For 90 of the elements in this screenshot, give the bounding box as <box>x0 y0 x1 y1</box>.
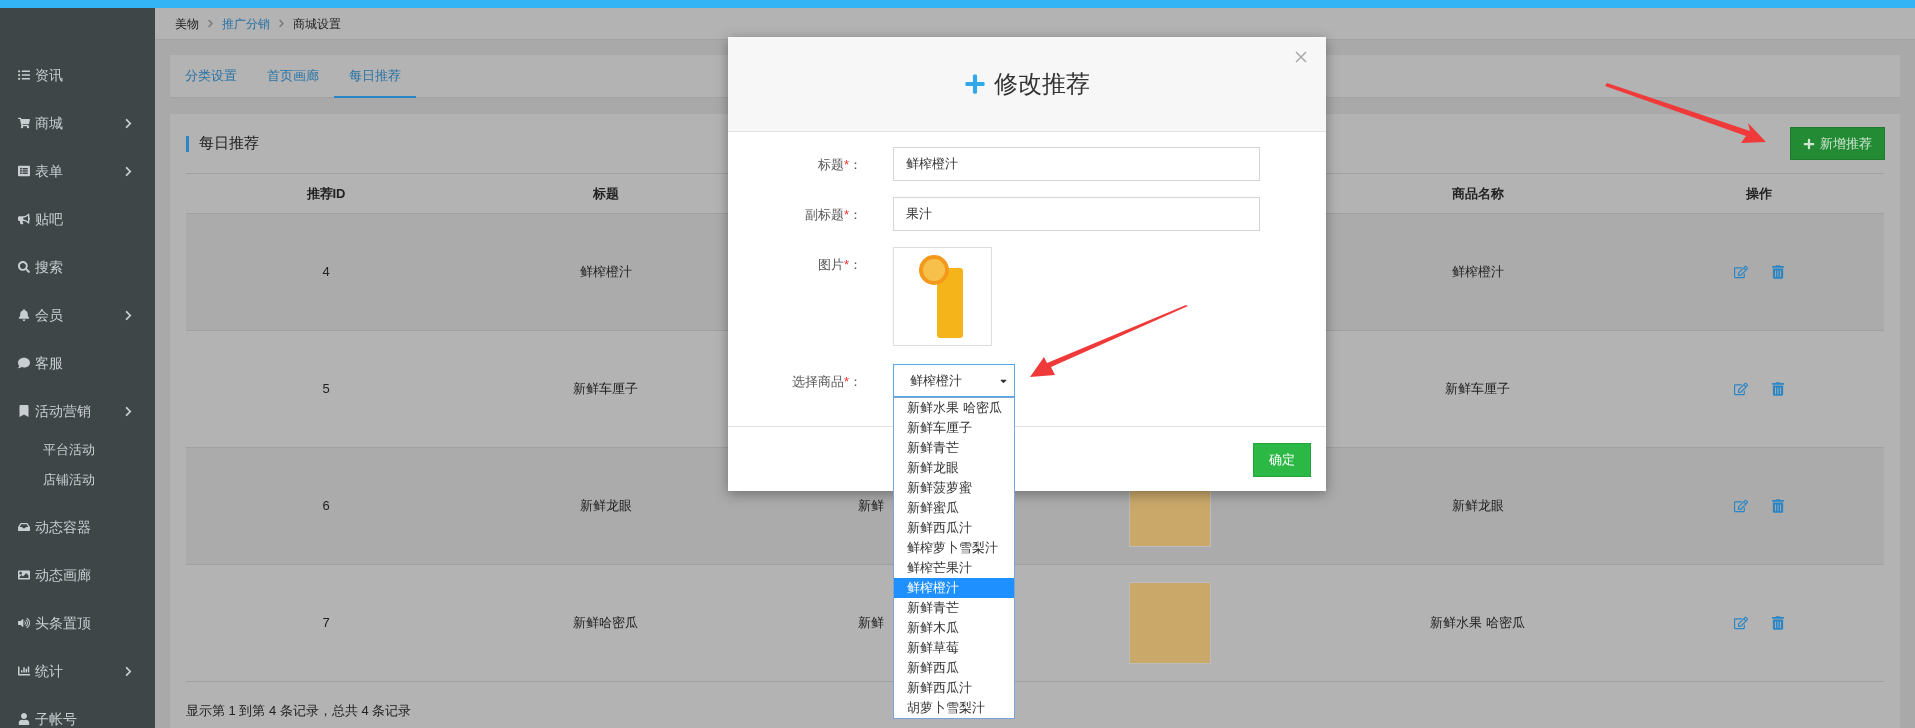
column-header: 推荐ID <box>306 184 346 203</box>
dropdown-option[interactable]: 胡萝卜雪梨汁 <box>894 698 1014 718</box>
trash-icon[interactable] <box>1772 499 1784 513</box>
trash-icon[interactable] <box>1772 265 1784 279</box>
dropdown-option[interactable]: 新鲜西瓜汁 <box>894 678 1014 698</box>
chat-bubble-icon <box>18 357 30 369</box>
user-icon <box>18 713 30 725</box>
table-cell-text: 7 <box>322 614 330 633</box>
dropdown-option[interactable]: 新鲜青芒 <box>894 438 1014 458</box>
dropdown-option[interactable]: 新鲜西瓜 <box>894 658 1014 678</box>
field-label: 选择商品*： <box>791 373 862 391</box>
table-cell-text: 鲜榨橙汁 <box>1451 263 1504 282</box>
dropdown-option[interactable]: 新鲜青芒 <box>894 598 1014 618</box>
sidebar-subitem[interactable]: 平台活动 <box>0 435 155 465</box>
sidebar-item[interactable]: 头条置顶 <box>0 599 155 647</box>
sidebar-item[interactable]: 动态容器 <box>0 503 155 551</box>
table-cell-text: 新鲜车厘子 <box>573 380 638 399</box>
edit-icon[interactable] <box>1734 382 1748 396</box>
dropdown-option[interactable]: 新鲜草莓 <box>894 638 1014 658</box>
column-header: 标题 <box>592 184 619 203</box>
dropdown-option[interactable]: 新鲜菠萝蜜 <box>894 478 1014 498</box>
dropdown-option[interactable]: 新鲜车厘子 <box>894 418 1014 438</box>
breadcrumb-text: 商城设置 <box>293 15 341 33</box>
bookmark-icon <box>18 405 30 417</box>
edit-icon[interactable] <box>1734 499 1748 513</box>
add-button[interactable]: 新增推荐 <box>1790 127 1885 160</box>
sidebar-item[interactable]: 搜索 <box>0 243 155 291</box>
table-cell-text: 新鲜龙眼 <box>579 497 632 516</box>
table-cell-text: 5 <box>322 380 330 399</box>
table-cell-text: 6 <box>322 497 330 516</box>
plus-icon <box>964 73 986 95</box>
sidebar-item[interactable]: 动态画廊 <box>0 551 155 599</box>
megaphone-icon <box>18 213 30 225</box>
sidebar-item[interactable]: 子帐号 <box>0 695 155 728</box>
field-label: 副标题*： <box>804 206 862 224</box>
text-field[interactable]: 鲜榨橙汁 <box>893 147 1260 181</box>
column-header: 商品名称 <box>1451 184 1504 203</box>
dropdown-option[interactable]: 鲜榨橙汁 <box>894 578 1014 598</box>
panel-title: 每日推荐 <box>199 133 259 154</box>
close-icon <box>1295 51 1307 63</box>
edit-icon[interactable] <box>1734 616 1748 630</box>
trash-icon[interactable] <box>1772 382 1784 396</box>
search-icon <box>18 261 30 273</box>
plus-icon <box>1803 137 1815 150</box>
record-count-text: 显示第 1 到第 4 条记录，总共 4 条记录 <box>186 703 412 718</box>
tray-icon <box>18 521 30 533</box>
sidebar-item[interactable]: 客服 <box>0 339 155 387</box>
dropdown-option[interactable]: 新鲜蜜瓜 <box>894 498 1014 518</box>
table-cell-text: 新鲜 <box>858 614 884 633</box>
dropdown-option[interactable]: 新鲜龙眼 <box>894 458 1014 478</box>
modal-title: 修改推荐 <box>994 69 1090 99</box>
table-cell-text: 4 <box>322 263 330 282</box>
text-field[interactable]: 果汁 <box>893 197 1260 231</box>
cart-icon <box>18 117 30 129</box>
sidebar-item[interactable]: 表单 <box>0 147 155 195</box>
dropdown-option[interactable]: 新鲜木瓜 <box>894 618 1014 638</box>
chevron-icon <box>207 19 214 28</box>
field-label: 图片*： <box>817 256 862 274</box>
sidebar-subitem[interactable]: 店铺活动 <box>0 465 155 495</box>
select-field[interactable]: 鲜榨橙汁 <box>893 364 1015 397</box>
table-cell-text: 新鲜车厘子 <box>1445 380 1510 399</box>
chevron-icon <box>278 19 285 28</box>
bar-chart-icon <box>18 665 30 677</box>
sidebar-item[interactable]: 商城 <box>0 99 155 147</box>
dropdown-option[interactable]: 鲜榨芒果汁 <box>894 558 1014 578</box>
table-icon <box>18 165 30 177</box>
dropdown-option[interactable]: 新鲜水果 哈密瓜 <box>894 398 1014 418</box>
edit-icon[interactable] <box>1734 265 1748 279</box>
table-cell-text: 新鲜水果 哈密瓜 <box>1430 614 1525 633</box>
sidebar-item[interactable]: 会员 <box>0 291 155 339</box>
dropdown-option[interactable]: 鲜榨萝卜雪梨汁 <box>894 538 1014 558</box>
table-cell-text: 新鲜 <box>858 497 884 516</box>
sidebar-item[interactable]: 统计 <box>0 647 155 695</box>
sidebar-item[interactable]: 资讯 <box>0 51 155 99</box>
trash-icon[interactable] <box>1772 616 1784 630</box>
breadcrumb-text: 美物 <box>175 15 199 33</box>
speaker-icon <box>18 617 30 629</box>
bell-icon <box>18 309 30 321</box>
table-cell-text: 新鲜龙眼 <box>1451 497 1504 516</box>
field-label: 标题*： <box>817 156 862 174</box>
table-cell-text: 鲜榨橙汁 <box>579 263 632 282</box>
sidebar-item[interactable]: 贴吧 <box>0 195 155 243</box>
title-accent-bar <box>186 135 189 152</box>
sidebar-item[interactable]: 活动营销 <box>0 387 155 435</box>
column-header: 操作 <box>1746 184 1772 203</box>
table-cell-text: 新鲜哈密瓜 <box>573 614 638 633</box>
dropdown-option[interactable]: 新鲜西瓜汁 <box>894 518 1014 538</box>
picture-icon <box>18 569 30 581</box>
list-icon <box>18 69 30 81</box>
image-preview[interactable] <box>893 247 992 346</box>
